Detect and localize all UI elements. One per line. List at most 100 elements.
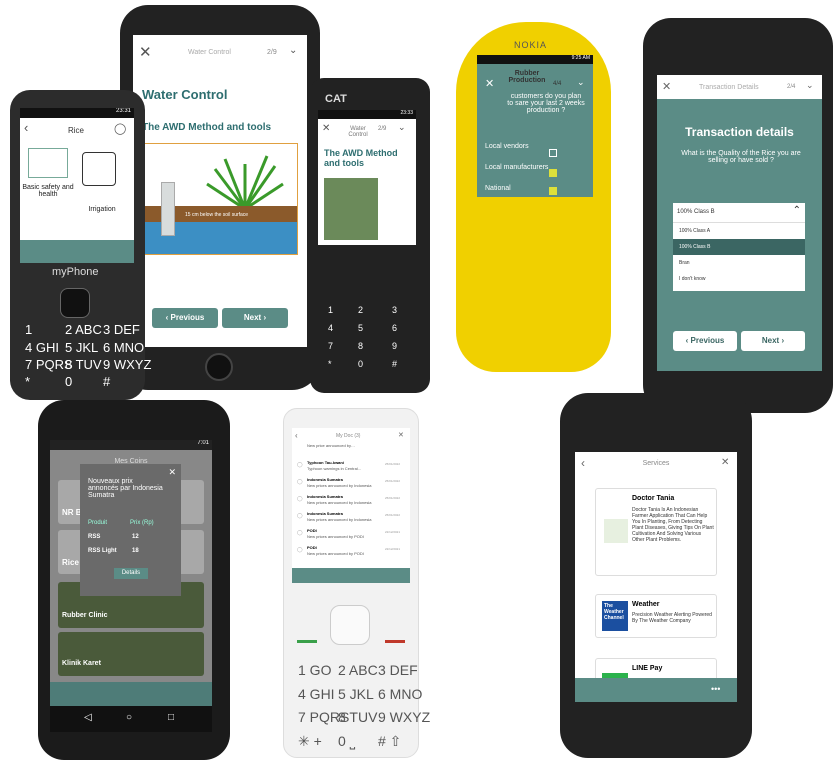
checkbox-empty[interactable] [549, 149, 557, 157]
list-item[interactable]: ◯ Indonesia Sumatra New prices announced b… [295, 510, 407, 527]
card-klinik-karet[interactable]: Klinik Karet [58, 632, 204, 676]
next-button[interactable]: Next › [222, 308, 288, 328]
list-item[interactable]: ◯ PODI New prices announced by PODI 22/12/2… [295, 544, 407, 561]
key-0[interactable]: 0 [65, 374, 72, 389]
dropdown-selected[interactable]: 100% Class B [673, 203, 805, 223]
close-icon[interactable]: ✕ [322, 123, 330, 134]
transaction-header-title: Transaction Details [699, 84, 759, 91]
service-name: LINE Pay [632, 665, 663, 672]
service-card[interactable]: The Weather Channel Weather Precision We… [595, 594, 717, 638]
previous-button[interactable]: ‹ Previous [152, 308, 218, 328]
chevron-down-icon[interactable]: ⌄ [577, 77, 585, 88]
status-time: 7:01 [50, 440, 212, 450]
service-card[interactable]: Doctor Tania Doctor Tania Is An Indonesi… [595, 488, 717, 576]
key-5[interactable]: 5 JKL [65, 340, 98, 355]
key-8[interactable]: 8 TUV [65, 357, 102, 372]
key-0[interactable]: 0 [358, 359, 363, 369]
mic-button[interactable] [60, 288, 90, 318]
next-button[interactable]: Next › [741, 331, 805, 351]
option-local-vendors[interactable]: Local vendors [485, 143, 535, 150]
key-2[interactable]: 2 [358, 305, 363, 315]
key-star[interactable]: * [328, 359, 332, 369]
key-3[interactable]: 3 DEF [378, 662, 418, 678]
back-icon[interactable]: ◁ [84, 712, 92, 723]
option-dont-know[interactable]: I don't know [673, 271, 805, 287]
option-local-manufacturers[interactable]: Local manufacturers [485, 164, 550, 171]
close-icon[interactable]: ✕ [139, 43, 152, 61]
details-button[interactable]: Details [114, 568, 148, 579]
key-9[interactable]: 9 WXYZ [103, 357, 151, 372]
key-star[interactable]: * [25, 374, 30, 389]
nokia-question: customers do you plan to sare your last … [507, 93, 585, 114]
call-button[interactable] [297, 640, 317, 643]
key-7[interactable]: 7 [328, 341, 333, 351]
mydoc-screen: ‹ My Doc (3) ✕ New price announced by… ◯… [292, 428, 410, 583]
chevron-down-icon[interactable]: ⌄ [289, 45, 297, 56]
option-class-b[interactable]: 100% Class B [673, 239, 805, 255]
close-icon[interactable]: ✕ [662, 80, 671, 93]
close-icon[interactable]: ✕ [721, 457, 729, 468]
chevron-down-icon[interactable]: ⌄ [398, 122, 406, 133]
key-1[interactable]: 1 [25, 322, 32, 337]
transaction-screen: ✕ Transaction Details 2/4 ⌄ Transaction … [657, 75, 822, 371]
list-item[interactable]: ◯ PODI New prices announced by PODI 22/12/2… [295, 527, 407, 544]
checkbox-checked[interactable] [549, 187, 557, 195]
list-item[interactable]: New price announced by… [295, 442, 407, 459]
key-5[interactable]: 5 [358, 323, 363, 333]
key-6[interactable]: 6 MNO [378, 686, 422, 702]
service-desc: Doctor Tania Is An Indonesian Farmer App… [632, 507, 714, 543]
mic-button[interactable] [330, 605, 370, 645]
key-4[interactable]: 4 GHI [25, 340, 59, 355]
back-icon[interactable]: ‹ [24, 120, 28, 135]
key-0[interactable]: 0 ⎵ [338, 733, 355, 750]
key-1[interactable]: 1 [328, 305, 333, 315]
chevron-up-icon[interactable]: ⌃ [793, 205, 801, 216]
home-icon[interactable]: ○ [126, 712, 132, 723]
transaction-question: What is the Quality of the Rice you are … [681, 150, 801, 164]
home-button[interactable] [205, 353, 233, 381]
quality-dropdown[interactable]: 100% Class B ⌃ 100% Class A 100% Class B… [673, 203, 805, 291]
key-8[interactable]: 8 [358, 341, 363, 351]
key-hash[interactable]: # [392, 359, 397, 369]
previous-button[interactable]: ‹ Previous [673, 331, 737, 351]
list-item[interactable]: ◯ Indonesia Sumatra New prices announced b… [295, 476, 407, 493]
checkbox-checked[interactable] [549, 169, 557, 177]
item-basic-safety[interactable]: Basic safety and health [22, 184, 74, 198]
option-national[interactable]: National [485, 185, 511, 192]
key-hash[interactable]: # ⇧ [378, 733, 401, 750]
irrigation-icon[interactable] [82, 152, 116, 186]
close-icon[interactable]: ✕ [398, 431, 404, 439]
transaction-heading: Transaction details [685, 125, 794, 139]
status-time: 9:25 AM [477, 55, 593, 64]
recents-icon[interactable]: □ [168, 712, 174, 723]
key-1[interactable]: 1 GO [298, 662, 331, 678]
key-9[interactable]: 9 [392, 341, 397, 351]
key-3[interactable]: 3 [392, 305, 397, 315]
key-star[interactable]: ✳ + [298, 733, 322, 750]
key-5[interactable]: 5 JKL [338, 686, 374, 702]
key-hash[interactable]: # [103, 374, 110, 389]
status-time: 23:31 [20, 108, 134, 118]
back-icon[interactable]: ‹ [295, 431, 298, 440]
chat-icon[interactable]: ◯ [114, 122, 126, 135]
option-bran[interactable]: Bran [673, 255, 805, 271]
key-6[interactable]: 6 MNO [103, 340, 144, 355]
key-4[interactable]: 4 GHI [298, 686, 335, 702]
key-3[interactable]: 3 DEF [103, 322, 140, 337]
list-item[interactable]: ◯ Typhoon Tau-kwani Typhoon warnings in Ce… [295, 459, 407, 476]
key-9[interactable]: 9 WXYZ [378, 709, 430, 725]
option-class-a[interactable]: 100% Class A [673, 223, 805, 239]
key-2[interactable]: 2 ABC [65, 322, 102, 337]
end-call-button[interactable] [385, 640, 405, 643]
key-2[interactable]: 2 ABC [338, 662, 378, 678]
key-6[interactable]: 6 [392, 323, 397, 333]
close-icon[interactable]: ✕ [168, 467, 176, 478]
item-irrigation[interactable]: Irrigation [78, 206, 126, 213]
more-icon[interactable]: ••• [711, 684, 720, 694]
key-4[interactable]: 4 [328, 323, 333, 333]
list-item[interactable]: ◯ Indonesia Sumatra New prices announced b… [295, 493, 407, 510]
key-8[interactable]: 8 TUV [338, 709, 377, 725]
tab-bar [20, 240, 134, 263]
chevron-down-icon[interactable]: ⌄ [806, 80, 814, 91]
close-icon[interactable]: ✕ [485, 77, 494, 90]
